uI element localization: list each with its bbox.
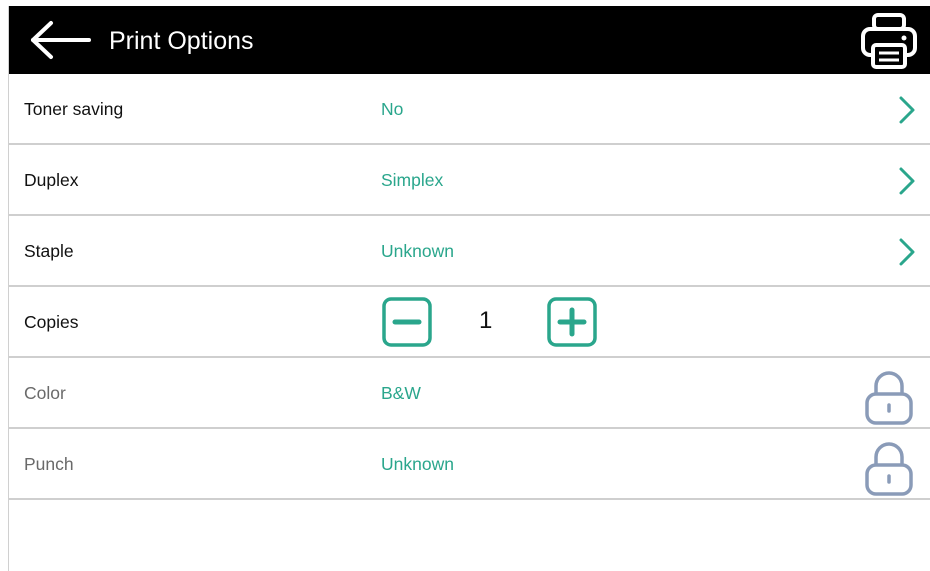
page-title: Print Options	[109, 27, 254, 55]
option-label: Punch	[24, 454, 74, 474]
chevron-right-icon	[899, 96, 915, 124]
increment-copies-button[interactable]	[547, 297, 597, 347]
lock-icon	[865, 442, 913, 496]
print-button[interactable]	[860, 11, 918, 71]
option-row-staple[interactable]: Staple Unknown	[9, 216, 930, 287]
back-button[interactable]	[29, 20, 91, 60]
print-options-screen: Print Options Toner saving No Duplex Sim…	[8, 6, 930, 571]
plus-icon	[547, 297, 597, 347]
option-value: Unknown	[381, 454, 454, 474]
option-value: Unknown	[381, 241, 454, 261]
minus-icon	[382, 297, 432, 347]
option-value: No	[381, 99, 404, 119]
option-value: B&W	[381, 383, 421, 403]
option-row-duplex[interactable]: Duplex Simplex	[9, 145, 930, 216]
lock-icon	[865, 371, 913, 425]
chevron-right-icon	[899, 238, 915, 266]
option-label: Staple	[24, 241, 74, 261]
copies-count: 1	[479, 307, 493, 334]
options-list: Toner saving No Duplex Simplex Staple Un…	[9, 74, 930, 500]
option-label: Toner saving	[24, 99, 124, 119]
chevron-right-icon	[899, 167, 915, 195]
option-row-toner-saving[interactable]: Toner saving No	[9, 74, 930, 145]
decrement-copies-button[interactable]	[382, 297, 432, 347]
option-label: Color	[24, 383, 66, 403]
option-row-color: Color B&W	[9, 358, 930, 429]
app-header: Print Options	[9, 6, 930, 74]
option-value: Simplex	[381, 170, 444, 190]
option-label: Copies	[24, 312, 79, 332]
back-arrow-icon	[31, 21, 91, 59]
option-label: Duplex	[24, 170, 79, 190]
option-row-copies: Copies 1	[9, 287, 930, 358]
printer-icon	[861, 13, 917, 69]
option-row-punch: Punch Unknown	[9, 429, 930, 500]
